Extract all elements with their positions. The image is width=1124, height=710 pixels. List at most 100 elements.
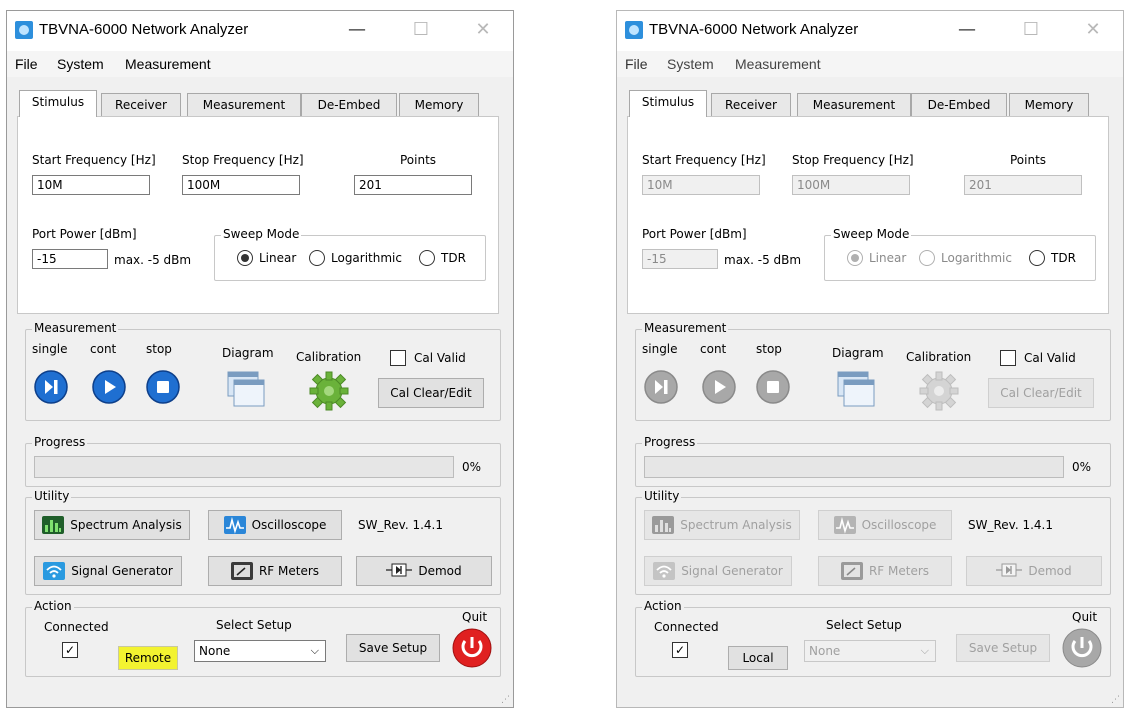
start-frequency-label: Start Frequency [Hz] <box>32 153 156 167</box>
diagram-label: Diagram <box>832 346 884 360</box>
progress-percent: 0% <box>1072 460 1092 474</box>
single-sweep-icon[interactable] <box>644 370 678 404</box>
cal-valid-checkbox[interactable] <box>1000 350 1016 366</box>
calibration-gear-icon[interactable] <box>308 370 350 415</box>
continuous-sweep-icon[interactable] <box>702 370 736 404</box>
oscilloscope-button[interactable]: Oscilloscope <box>208 510 342 540</box>
tab-receiver[interactable]: Receiver <box>711 93 791 117</box>
connected-checkbox[interactable]: ✓ <box>672 642 688 658</box>
points-label: Points <box>400 153 437 167</box>
rf-meters-button[interactable]: RF Meters <box>208 556 342 586</box>
connected-checkbox[interactable]: ✓ <box>62 642 78 658</box>
spectrum-analysis-label: Spectrum Analysis <box>680 518 792 532</box>
tab-measurement[interactable]: Measurement <box>187 93 301 117</box>
tab-measurement[interactable]: Measurement <box>797 93 911 117</box>
port-power-label: Port Power [dBm] <box>32 227 137 241</box>
tab-stimulus[interactable]: Stimulus <box>19 90 97 117</box>
setup-select[interactable]: None ⌵ <box>194 640 326 662</box>
stop-sweep-icon[interactable] <box>756 370 790 404</box>
title-bar[interactable]: TBVNA-6000 Network Analyzer — ☐ ✕ <box>7 11 513 51</box>
save-setup-button[interactable]: Save Setup <box>346 634 440 662</box>
title-bar[interactable]: TBVNA-6000 Network Analyzer — ☐ ✕ <box>617 11 1123 51</box>
maximize-icon[interactable]: ☐ <box>401 15 441 47</box>
calibration-gear-icon[interactable] <box>918 370 960 415</box>
quit-label: Quit <box>1072 610 1098 624</box>
save-setup-button[interactable]: Save Setup <box>956 634 1050 662</box>
diagram-label: Diagram <box>222 346 274 360</box>
port-power-label: Port Power [dBm] <box>642 227 747 241</box>
close-icon[interactable]: ✕ <box>463 15 503 47</box>
power-quit-icon[interactable] <box>452 628 492 671</box>
sweep-linear-radio[interactable] <box>237 250 253 266</box>
sweep-mode-group: Sweep Mode Linear Logarithmic TDR <box>824 227 1096 281</box>
tab-memory[interactable]: Memory <box>1009 93 1089 117</box>
sweep-log-label: Logarithmic <box>331 251 402 265</box>
port-power-field[interactable]: -15 <box>32 249 108 269</box>
stop-sweep-icon[interactable] <box>146 370 180 404</box>
spectrum-analysis-button[interactable]: Spectrum Analysis <box>644 510 800 540</box>
signal-generator-button[interactable]: Signal Generator <box>34 556 182 586</box>
maximize-icon[interactable]: ☐ <box>1011 15 1051 47</box>
menu-file[interactable]: File <box>625 56 648 72</box>
stimulus-panel: Start Frequency [Hz] 10M Stop Frequency … <box>627 116 1109 314</box>
signal-generator-label: Signal Generator <box>71 564 173 578</box>
sweep-linear-label: Linear <box>869 251 907 265</box>
oscilloscope-button[interactable]: Oscilloscope <box>818 510 952 540</box>
points-field[interactable]: 201 <box>354 175 472 195</box>
app-icon <box>15 21 33 39</box>
sweep-tdr-radio[interactable] <box>1029 250 1045 266</box>
rf-meters-button[interactable]: RF Meters <box>818 556 952 586</box>
sweep-mode-group: Sweep Mode Linear Logarithmic TDR <box>214 227 486 281</box>
setup-select[interactable]: None ⌵ <box>804 640 936 662</box>
single-label: single <box>32 342 68 356</box>
rf-meters-label: RF Meters <box>868 564 930 578</box>
progress-title: Progress <box>642 435 698 449</box>
cal-valid-checkbox[interactable] <box>390 350 406 366</box>
signal-generator-button[interactable]: Signal Generator <box>644 556 792 586</box>
port-power-field[interactable]: -15 <box>642 249 718 269</box>
cal-clear-edit-button[interactable]: Cal Clear/Edit <box>378 378 484 408</box>
stop-frequency-field[interactable]: 100M <box>182 175 300 195</box>
resize-grip[interactable]: ⋰ <box>501 695 511 705</box>
sweep-linear-label: Linear <box>259 251 297 265</box>
cal-clear-edit-button[interactable]: Cal Clear/Edit <box>988 378 1094 408</box>
chevron-down-icon: ⌵ <box>310 644 319 657</box>
sweep-log-radio[interactable] <box>309 250 325 266</box>
diagram-icon[interactable] <box>836 370 876 413</box>
sweep-tdr-label: TDR <box>441 251 466 265</box>
wifi-signal-icon <box>653 562 676 580</box>
stop-frequency-field[interactable]: 100M <box>792 175 910 195</box>
spectrum-analysis-button[interactable]: Spectrum Analysis <box>34 510 190 540</box>
sweep-tdr-radio[interactable] <box>419 250 435 266</box>
tab-receiver[interactable]: Receiver <box>101 93 181 117</box>
tab-de-embed[interactable]: De-Embed <box>911 93 1007 117</box>
menu-measurement[interactable]: Measurement <box>735 56 821 72</box>
minimize-icon[interactable]: — <box>337 15 377 47</box>
utility-group: Utility Spectrum Analysis Oscilloscope S… <box>25 489 501 595</box>
demod-button[interactable]: Demod <box>966 556 1102 586</box>
single-sweep-icon[interactable] <box>34 370 68 404</box>
resize-grip[interactable]: ⋰ <box>1111 695 1121 705</box>
menu-system[interactable]: System <box>667 56 714 72</box>
minimize-icon[interactable]: — <box>947 15 987 47</box>
continuous-sweep-icon[interactable] <box>92 370 126 404</box>
sweep-log-radio[interactable] <box>919 250 935 266</box>
menu-measurement[interactable]: Measurement <box>125 56 211 72</box>
local-button[interactable]: Local <box>728 646 788 670</box>
demod-button[interactable]: Demod <box>356 556 492 586</box>
progress-percent: 0% <box>462 460 482 474</box>
points-field[interactable]: 201 <box>964 175 1082 195</box>
start-frequency-field[interactable]: 10M <box>642 175 760 195</box>
tab-stimulus[interactable]: Stimulus <box>629 90 707 117</box>
menu-system[interactable]: System <box>57 56 104 72</box>
remote-button[interactable]: Remote <box>118 646 178 670</box>
tab-memory[interactable]: Memory <box>399 93 479 117</box>
power-quit-icon[interactable] <box>1062 628 1102 671</box>
start-frequency-field[interactable]: 10M <box>32 175 150 195</box>
diagram-icon[interactable] <box>226 370 266 413</box>
close-icon[interactable]: ✕ <box>1073 15 1113 47</box>
sweep-linear-radio[interactable] <box>847 250 863 266</box>
menu-file[interactable]: File <box>15 56 38 72</box>
tab-de-embed[interactable]: De-Embed <box>301 93 397 117</box>
rf-meters-label: RF Meters <box>258 564 320 578</box>
